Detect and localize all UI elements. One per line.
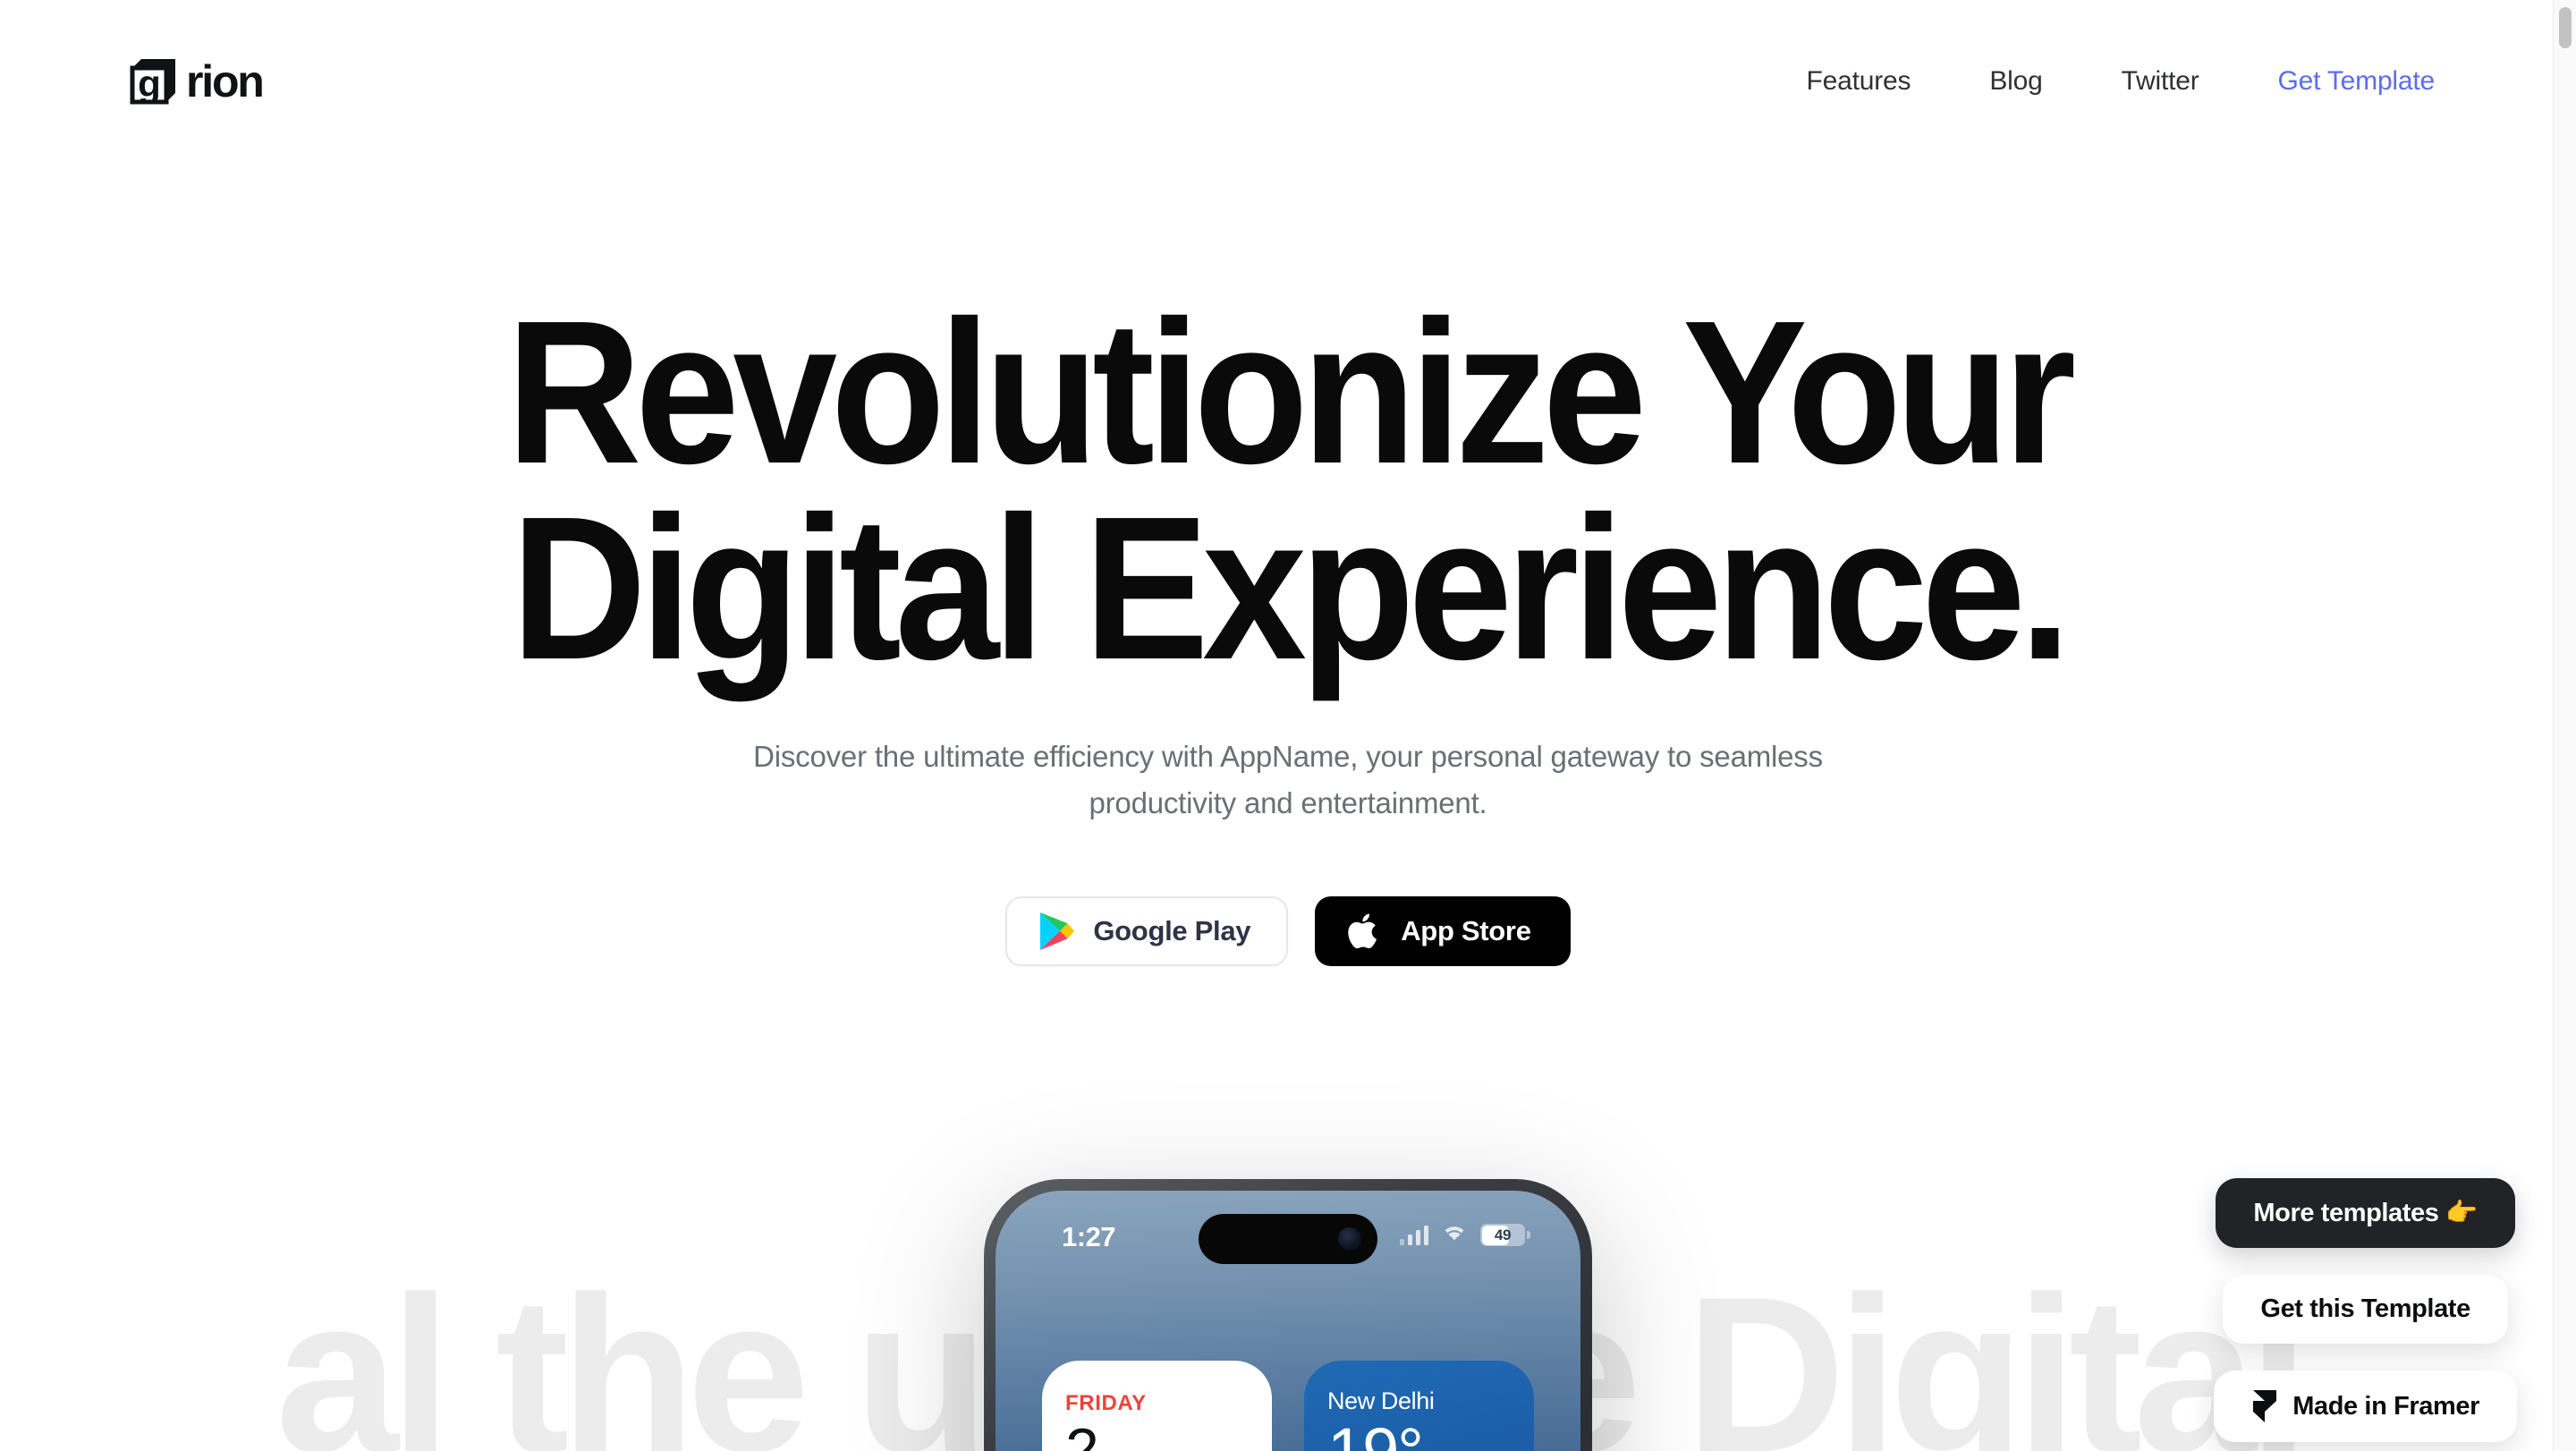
made-in-framer-label: Made in Framer (2292, 1391, 2479, 1421)
page-title: Revolutionize Your Digital Experience. (506, 291, 2076, 702)
app-store-label: App Store (1401, 915, 1531, 946)
scrollbar-thumb[interactable] (2559, 7, 2572, 48)
more-templates-button[interactable]: More templates 👉 (2216, 1178, 2515, 1248)
svg-text:g: g (138, 63, 161, 105)
weather-city: New Delhi (1327, 1387, 1435, 1414)
home-screen-widgets: FRIDAY 2 Hanuman Ji Puj... 6:30–7:00PM N… (1042, 1361, 1534, 1451)
phone-screen: 1:27 49 FRIDAY 2 New Delhi (996, 1191, 1580, 1451)
calendar-widget[interactable]: FRIDAY 2 Hanuman Ji Puj... 6:30–7:00PM (1042, 1361, 1272, 1451)
floating-badge-stack: More templates 👉 Get this Template Made … (2214, 1178, 2517, 1442)
status-bar-time: 1:27 (1062, 1221, 1116, 1252)
front-camera-icon (1338, 1227, 1361, 1251)
nav-item-features[interactable]: Features (1807, 57, 1911, 106)
google-play-icon (1038, 911, 1075, 952)
weather-widget[interactable]: New Delhi 19° (1304, 1361, 1534, 1451)
logo-link[interactable]: g rion (123, 50, 265, 113)
get-this-template-button[interactable]: Get this Template (2223, 1275, 2508, 1344)
cta-button-row: Google Play App Store (1005, 896, 1571, 966)
google-play-button[interactable]: Google Play (1005, 896, 1289, 966)
logo-wordmark: rion (186, 56, 265, 106)
headline-line-1: Revolutionize Your (506, 279, 2076, 506)
dynamic-island (1199, 1214, 1377, 1264)
logo-cube-icon: g (123, 52, 182, 111)
made-in-framer-badge[interactable]: Made in Framer (2214, 1370, 2517, 1442)
nav-item-blog[interactable]: Blog (1989, 57, 2042, 106)
calendar-day-of-week: FRIDAY (1065, 1391, 1147, 1415)
wifi-icon (1442, 1223, 1467, 1247)
battery-level-label: 49 (1494, 1226, 1512, 1243)
apple-icon (1347, 910, 1383, 953)
weather-temperature: 19° (1327, 1417, 1511, 1451)
phone-frame: 1:27 49 FRIDAY 2 New Delhi (984, 1179, 1592, 1451)
nav-item-get-template[interactable]: Get Template (2278, 57, 2436, 106)
page-scrollbar[interactable] (2553, 0, 2576, 1451)
nav-item-twitter[interactable]: Twitter (2122, 57, 2199, 106)
page-root: al the ultimate Digital g rion Features … (0, 0, 2576, 1451)
status-bar-indicators: 49 (1399, 1223, 1530, 1247)
cellular-signal-icon (1399, 1225, 1428, 1245)
primary-nav: Features Blog Twitter Get Template (1728, 57, 2436, 106)
app-store-button[interactable]: App Store (1315, 896, 1571, 966)
framer-logo-icon (2251, 1390, 2278, 1422)
battery-icon: 49 (1480, 1224, 1530, 1246)
calendar-day-number: 2 (1065, 1416, 1099, 1451)
hero-subtitle: Discover the ultimate efficiency with Ap… (753, 739, 1823, 819)
site-header: g rion Features Blog Twitter Get Templat… (0, 0, 2558, 163)
phone-mockup: 1:27 49 FRIDAY 2 New Delhi (984, 1179, 1592, 1451)
headline-line-2: Digital Experience. (511, 474, 2071, 702)
google-play-label: Google Play (1093, 915, 1251, 946)
